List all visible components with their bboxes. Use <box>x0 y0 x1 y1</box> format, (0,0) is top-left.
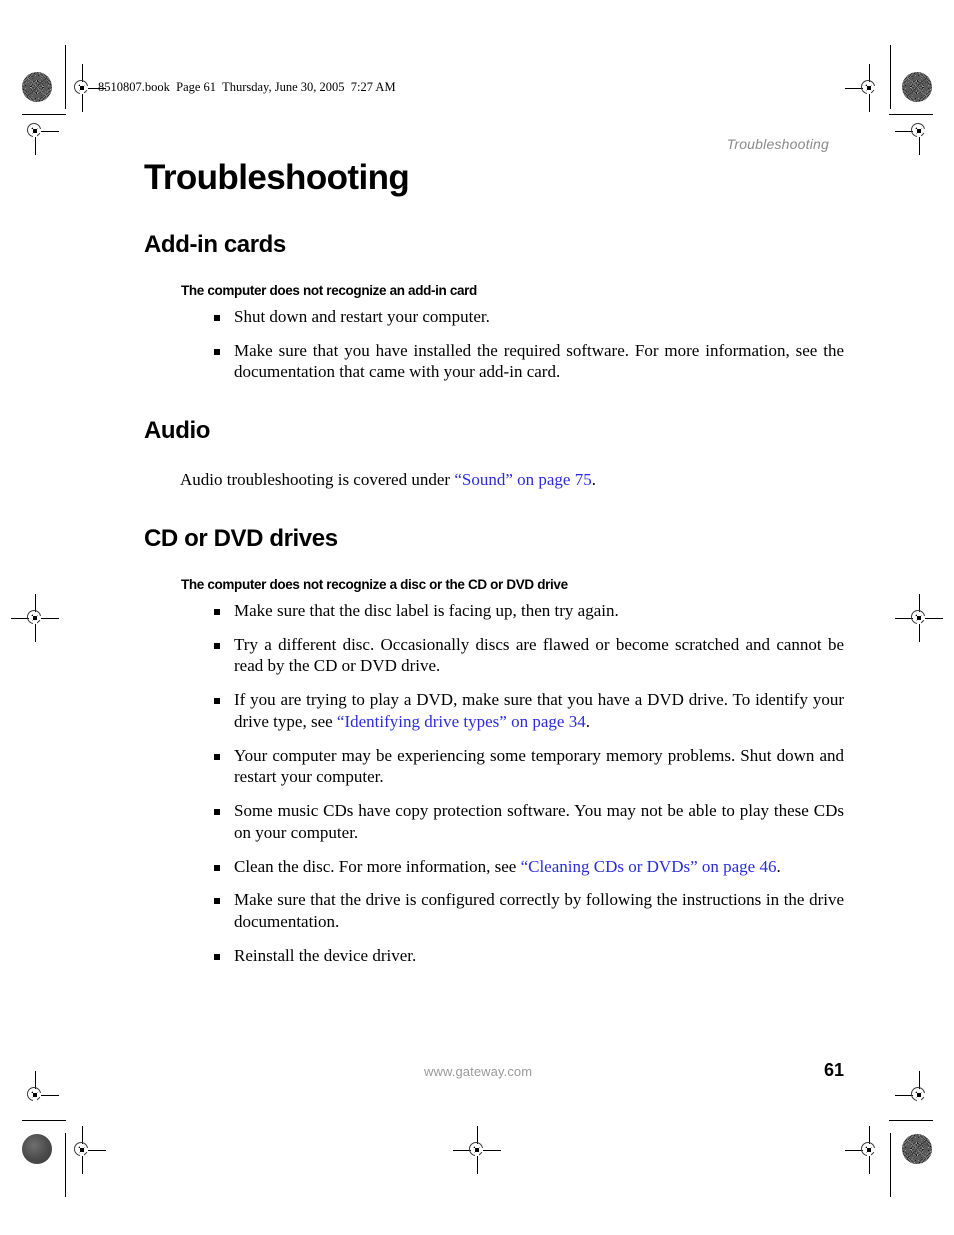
registration-mark-top-left <box>69 64 106 112</box>
trim-line-upper-right-horizontal <box>889 114 933 115</box>
page-title: Troubleshooting <box>144 158 410 197</box>
registration-mark-upper-left <box>22 118 59 155</box>
density-patch-bottom-right <box>902 1134 932 1164</box>
section-heading-cd-or-dvd-drives: CD or DVD drives <box>144 524 338 552</box>
list-item: Reinstall the device driver. <box>144 945 844 967</box>
bullet-list-cd-or-dvd-drives: Make sure that the disc label is facing … <box>144 600 844 967</box>
list-item-text-after: . <box>776 856 781 876</box>
list-item-text: Your computer may be experiencing some t… <box>234 745 844 787</box>
audio-paragraph-text-before: Audio troubleshooting is covered under <box>180 470 455 489</box>
density-patch-top-left <box>22 72 52 102</box>
footer-website: www.gateway.com <box>424 1064 533 1079</box>
bullet-list-add-in-cards: Shut down and restart your computer. Mak… <box>144 306 844 383</box>
list-item: Clean the disc. For more information, se… <box>144 856 844 878</box>
footer-page-number: 61 <box>823 1060 844 1080</box>
registration-mark-bottom-left <box>69 1126 106 1174</box>
page-body: Troubleshooting Add-in cards The compute… <box>144 158 844 967</box>
list-item-text: Make sure that the disc label is facing … <box>234 600 619 620</box>
xref-link-cleaning-cds-or-dvds[interactable]: “Cleaning CDs or DVDs” on page 46 <box>521 857 777 876</box>
list-item: If you are trying to play a DVD, make su… <box>144 689 844 733</box>
registration-mark-upper-right <box>895 118 932 155</box>
list-item: Make sure that the disc label is facing … <box>144 600 844 622</box>
list-item-text-after: . <box>585 711 590 731</box>
list-item-text: Reinstall the device driver. <box>234 945 417 965</box>
list-item: Try a different disc. Occasionally discs… <box>144 634 844 678</box>
xref-link-identifying-drive-types[interactable]: “Identifying drive types” on page 34 <box>337 712 586 731</box>
trim-line-lower-left-horizontal <box>22 1120 66 1121</box>
section-heading-add-in-cards: Add-in cards <box>144 230 286 258</box>
registration-mark-top-right <box>845 64 882 112</box>
trim-line-bottom-right-vertical <box>890 1133 891 1197</box>
xref-link-sound[interactable]: “Sound” on page 75 <box>454 470 591 489</box>
registration-mark-bottom-right <box>845 1126 882 1174</box>
registration-mark-mid-left <box>11 594 59 642</box>
trim-line-lower-right-horizontal <box>889 1120 933 1121</box>
list-item: Your computer may be experiencing some t… <box>144 745 844 789</box>
list-item: Shut down and restart your computer. <box>144 306 844 328</box>
trim-line-bottom-left-vertical <box>65 1133 66 1197</box>
registration-mark-lower-left <box>22 1071 59 1108</box>
audio-paragraph: Audio troubleshooting is covered under “… <box>180 469 844 491</box>
audio-paragraph-text-after: . <box>591 470 596 489</box>
running-head: Troubleshooting <box>726 136 829 152</box>
file-stamp: 8510807.book Page 61 Thursday, June 30, … <box>98 80 396 94</box>
trim-line-top-left-vertical <box>65 45 66 109</box>
subsection-heading-cd-dvd-disc: The computer does not recognize a disc o… <box>181 576 568 592</box>
list-item: Make sure that you have installed the re… <box>144 340 844 384</box>
list-item-text: Try a different disc. Occasionally discs… <box>234 634 844 676</box>
density-patch-bottom-left <box>22 1134 52 1164</box>
list-item: Some music CDs have copy protection soft… <box>144 800 844 844</box>
list-item-text: Some music CDs have copy protection soft… <box>234 801 844 842</box>
list-item-text: Make sure that the drive is configured c… <box>234 890 844 931</box>
registration-mark-bottom-center <box>453 1126 501 1174</box>
subsection-heading-add-in-card: The computer does not recognize an add-i… <box>181 282 477 298</box>
registration-mark-mid-right <box>895 594 943 642</box>
section-heading-audio: Audio <box>144 417 210 444</box>
trim-line-upper-left-horizontal <box>22 114 66 115</box>
list-item: Make sure that the drive is configured c… <box>144 889 844 933</box>
trim-line-top-right-vertical <box>890 45 891 109</box>
density-patch-top-right <box>902 72 932 102</box>
list-item-text: Clean the disc. For more information, se… <box>234 856 521 876</box>
registration-mark-lower-right <box>895 1071 932 1108</box>
